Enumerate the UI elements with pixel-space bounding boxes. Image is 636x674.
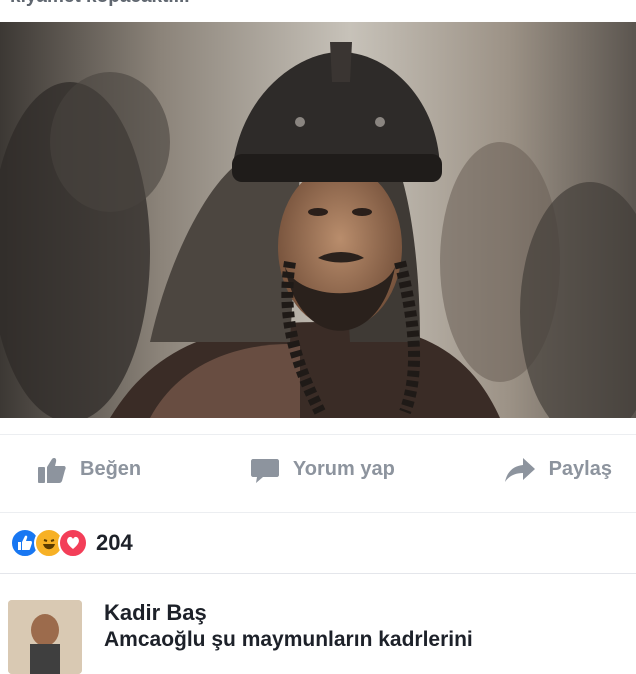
comment-author[interactable]: Kadir Baş [104, 600, 207, 626]
post-photo[interactable] [0, 22, 636, 418]
post-action-bar: Beğen Yorum yap Paylaş [0, 434, 636, 504]
post-text: kıyamet kopacaktı... [0, 0, 636, 12]
comment-text: Amcaoğlu şu maymunların kadrlerini [104, 628, 473, 651]
like-button[interactable]: Beğen [38, 457, 141, 483]
avatar[interactable] [8, 600, 82, 674]
like-label: Beğen [80, 458, 142, 480]
comment-item: Kadir Baş Amcaoğlu şu maymunların kadrle… [0, 588, 636, 674]
reactions-summary[interactable]: 204 [0, 512, 636, 574]
warrior-photo-illustration [0, 22, 636, 418]
share-arrow-icon [504, 457, 535, 482]
love-reaction-icon [58, 528, 88, 558]
reaction-icons [10, 528, 88, 558]
comment-label: Yorum yap [292, 458, 395, 480]
share-label: Paylaş [548, 458, 612, 480]
thumbs-up-icon [38, 457, 66, 483]
comment-button[interactable]: Yorum yap [250, 457, 395, 483]
comment-bubble-icon [250, 457, 279, 483]
reaction-count: 204 [96, 530, 133, 555]
share-button[interactable]: Paylaş [504, 457, 612, 482]
